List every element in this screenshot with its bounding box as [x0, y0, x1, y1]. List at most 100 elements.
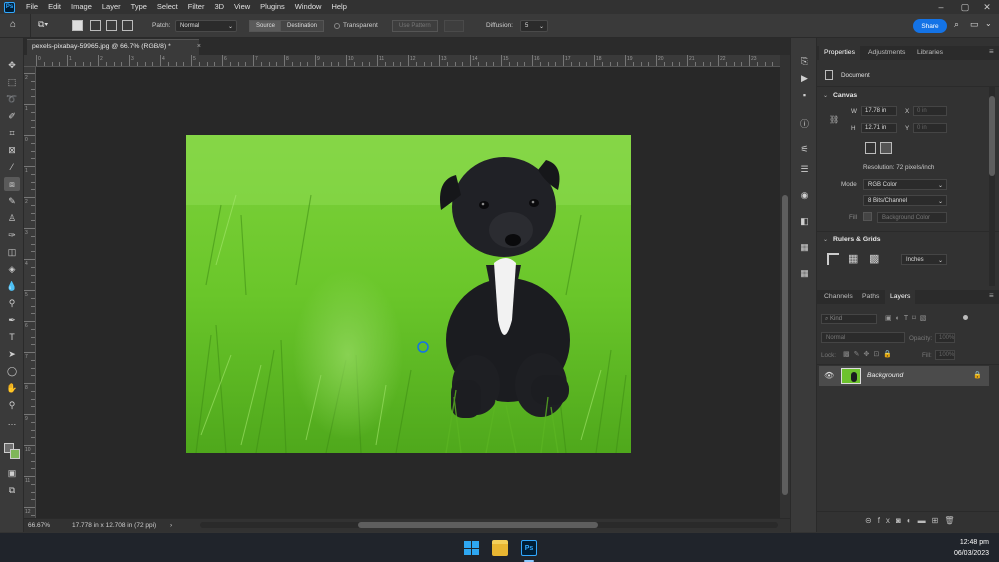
adjustments-sliders-icon[interactable]: ☰ [797, 162, 812, 176]
pattern-picker[interactable] [444, 20, 464, 32]
vertical-scrollbar[interactable] [780, 55, 790, 518]
tab-paths[interactable]: Paths [857, 290, 884, 304]
menu-type[interactable]: Type [126, 0, 152, 14]
layer-filter-field[interactable]: ⌕ Kind [821, 314, 877, 324]
menu-file[interactable]: File [21, 0, 43, 14]
add-mask-icon[interactable]: ◙ [896, 516, 907, 525]
info-icon[interactable]: ⓘ [797, 116, 812, 130]
system-clock[interactable]: 12:48 pm 06/03/2023 [954, 537, 989, 559]
more-tools-icon[interactable]: … [4, 415, 20, 429]
history-brush-tool-icon[interactable]: ✑ [4, 228, 20, 242]
width-field[interactable]: 17.78 in [861, 106, 897, 116]
photoshop-logo-icon[interactable]: Ps [4, 1, 15, 13]
menu-3d[interactable]: 3D [209, 0, 229, 14]
transparent-checkbox[interactable] [334, 23, 340, 29]
menu-filter[interactable]: Filter [183, 0, 210, 14]
menu-plugins[interactable]: Plugins [255, 0, 290, 14]
minimize-icon[interactable]: – [929, 0, 953, 14]
chevron-down-icon[interactable]: ⌄ [823, 92, 828, 99]
vertical-scrollbar-thumb[interactable] [782, 195, 788, 495]
share-button[interactable]: Share [913, 19, 947, 33]
menu-help[interactable]: Help [326, 0, 351, 14]
add-selection-icon[interactable] [90, 20, 101, 31]
layer-fill-field[interactable]: 100% [935, 350, 955, 360]
use-pattern-button[interactable]: Use Pattern [392, 20, 438, 32]
filter-toggle-icon[interactable] [963, 315, 968, 320]
adjustment-layer-icon[interactable]: ◐ [907, 516, 918, 525]
patch-tool-icon[interactable]: ⧈ [4, 177, 20, 191]
lasso-tool-icon[interactable]: ➰ [4, 92, 20, 106]
y-field[interactable]: 0 in [913, 123, 947, 133]
move-tool-icon[interactable]: ✥ [4, 58, 20, 72]
file-explorer-icon[interactable] [492, 540, 508, 556]
tab-layers[interactable]: Layers [885, 290, 916, 304]
menu-window[interactable]: Window [290, 0, 327, 14]
document-image[interactable] [186, 135, 631, 453]
portrait-orientation-icon[interactable] [865, 142, 876, 154]
brush-settings-icon[interactable]: ⚟ [797, 142, 812, 156]
menu-view[interactable]: View [229, 0, 255, 14]
new-selection-icon[interactable] [72, 20, 83, 31]
paint-bucket-tool-icon[interactable]: ◈ [4, 262, 20, 276]
patch-tool-preset-icon[interactable]: ⧉▾ [38, 19, 58, 33]
home-icon[interactable]: ⌂ [10, 19, 24, 33]
diffusion-select[interactable]: 5 ⌄ [520, 20, 548, 32]
pen-tool-icon[interactable]: ✒ [4, 313, 20, 327]
comments-icon[interactable]: ▪ [797, 88, 812, 102]
height-field[interactable]: 12.71 in [861, 123, 897, 133]
screen-mode-icon[interactable]: ⧉ [4, 483, 20, 497]
brush-tool-icon[interactable]: ✎ [4, 194, 20, 208]
grid-toggle-icon[interactable]: ▦ [848, 253, 860, 265]
maximize-icon[interactable]: ▢ [953, 0, 977, 14]
lock-icon[interactable]: 🔒 [973, 371, 982, 379]
hand-tool-icon[interactable]: ✋ [4, 381, 20, 395]
eraser-tool-icon[interactable]: ◫ [4, 245, 20, 259]
fill-swatch[interactable] [863, 212, 872, 221]
tab-libraries[interactable]: Libraries [912, 46, 948, 60]
guides-toggle-icon[interactable]: ▩ [869, 253, 881, 265]
ellipse-tool-icon[interactable]: ◯ [4, 364, 20, 378]
close-icon[interactable]: ✕ [975, 0, 999, 14]
panel-menu-icon[interactable]: ≡ [989, 47, 994, 56]
type-tool-icon[interactable]: T [4, 330, 20, 344]
dodge-tool-icon[interactable]: ⚲ [4, 296, 20, 310]
blur-tool-icon[interactable]: 💧 [4, 279, 20, 293]
history-icon[interactable]: ⎘ [797, 54, 812, 68]
horizontal-scrollbar-thumb[interactable] [358, 522, 598, 528]
marquee-tool-icon[interactable]: ⬚ [4, 75, 20, 89]
ruler-units-select[interactable]: Inches ⌄ [901, 254, 947, 265]
workspace-icon[interactable]: ▭ [970, 19, 982, 33]
quick-selection-tool-icon[interactable]: ✐ [4, 109, 20, 123]
zoom-tool-icon[interactable]: ⚲ [4, 398, 20, 412]
properties-scrollbar[interactable] [989, 86, 995, 286]
color-mode-select[interactable]: RGB Color ⌄ [863, 179, 947, 190]
eyedropper-tool-icon[interactable]: ⁄ [4, 160, 20, 174]
panel-menu-icon[interactable]: ≡ [989, 291, 994, 300]
fill-select[interactable]: Background Color [877, 212, 947, 223]
background-color-swatch[interactable] [10, 449, 20, 459]
link-layers-icon[interactable]: ⊝ [865, 516, 878, 525]
fx-icon[interactable]: fx [878, 516, 896, 525]
opacity-field[interactable]: 100% [935, 333, 955, 343]
bit-depth-select[interactable]: 8 Bits/Channel ⌄ [863, 195, 947, 206]
close-icon[interactable]: × [197, 43, 201, 50]
zoom-level[interactable]: 66.67% [28, 522, 50, 529]
delete-layer-icon[interactable]: 🗑 [944, 516, 960, 525]
eye-visibility-icon[interactable]: 👁 [824, 371, 834, 380]
subtract-selection-icon[interactable] [106, 20, 117, 31]
new-layer-icon[interactable]: ⊞ [932, 516, 945, 525]
lock-icons[interactable]: ▩✎✥⊡🔒 [843, 350, 896, 358]
horizontal-ruler[interactable]: 0123456789101112131415161718192021222324 [24, 55, 790, 67]
crop-tool-icon[interactable]: ⌗ [4, 126, 20, 140]
new-group-icon[interactable]: ▬ [918, 516, 932, 525]
windows-start-icon[interactable] [463, 540, 479, 556]
menu-select[interactable]: Select [152, 0, 183, 14]
layer-name[interactable]: Background [867, 372, 903, 379]
tab-channels[interactable]: Channels [819, 290, 858, 304]
frame-tool-icon[interactable]: ⊠ [4, 143, 20, 157]
document-tab[interactable]: pexels-pixabay-59965.jpg @ 66.7% (RGB/8)… [27, 39, 201, 55]
quick-mask-icon[interactable]: ▣ [4, 466, 20, 480]
rulers-toggle-icon[interactable] [827, 253, 839, 265]
destination-button[interactable]: Destination [280, 20, 325, 32]
swatches-grid-icon[interactable]: ▦ [797, 240, 812, 254]
